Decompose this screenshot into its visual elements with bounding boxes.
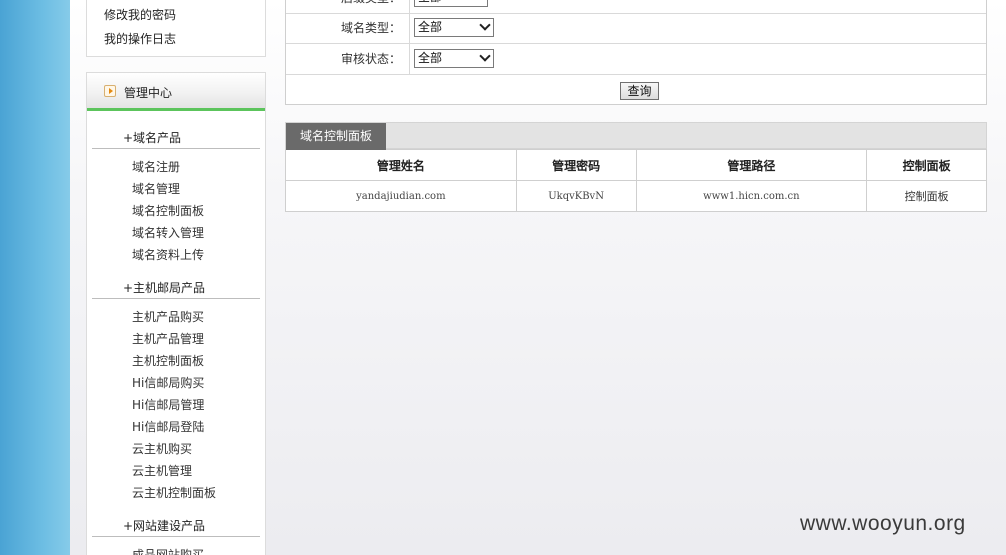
sidebar-item-mail-login[interactable]: Hi信邮局登陆: [132, 418, 204, 435]
sidebar-item-host-manage[interactable]: 主机产品管理: [132, 330, 204, 347]
domain-control-panel: 域名控制面板 管理姓名 管理密码 管理路径 控制面板 yandajiudian.…: [285, 122, 987, 212]
operation-log-link[interactable]: 我的操作日志: [104, 30, 176, 47]
change-password-link[interactable]: 修改我的密码: [104, 6, 176, 23]
divider: [92, 536, 260, 537]
table-row: yandajiudian.com UkqvKBvN www1.hicn.com.…: [285, 180, 987, 212]
cell-admin-path: www1.hicn.com.cn: [635, 180, 868, 212]
filter-label: 后缀类型：: [286, 0, 410, 13]
table-header-row: 管理姓名 管理密码 管理路径 控制面板: [285, 149, 987, 181]
account-links-box: 修改我的密码 我的操作日志: [86, 0, 266, 57]
filter-label: 审核状态：: [286, 44, 410, 74]
sidebar-item-domain-control-panel[interactable]: 域名控制面板: [132, 202, 204, 219]
sidebar-item-host-buy[interactable]: 主机产品购买: [132, 308, 204, 325]
panel-tab: 域名控制面板: [286, 123, 386, 150]
chevron-down-icon: [479, 50, 491, 62]
control-panel-link[interactable]: 控制面板: [866, 180, 987, 212]
column-header: 管理密码: [515, 149, 637, 181]
panel-header: 域名控制面板: [285, 122, 987, 150]
column-header: 管理姓名: [285, 149, 517, 181]
filter-row-domain-type: 域名类型： 全部: [286, 13, 986, 44]
sidebar-item-website-buy[interactable]: 成品网站购买: [132, 546, 204, 555]
sidebar-item-domain-register[interactable]: 域名注册: [132, 158, 180, 175]
sidebar-item-domain-transfer[interactable]: 域名转入管理: [132, 224, 204, 241]
divider: [92, 298, 260, 299]
sidebar-item-mail-manage[interactable]: Hi信邮局管理: [132, 396, 204, 413]
group-host-mail-products[interactable]: +主机邮局产品: [123, 279, 205, 296]
sidebar-item-domain-manage[interactable]: 域名管理: [132, 180, 180, 197]
credentials-table: 管理姓名 管理密码 管理路径 控制面板 yandajiudian.com Ukq…: [285, 149, 987, 212]
sidebar-item-mail-buy[interactable]: Hi信邮局购买: [132, 374, 204, 391]
chevron-down-icon: [479, 19, 491, 31]
page-body: 修改我的密码 我的操作日志 管理中心 +域名产品 域名注册 域名管理 域名控制面…: [70, 0, 1006, 555]
watermark: www.wooyun.org: [800, 512, 966, 535]
group-website-products[interactable]: +网站建设产品: [123, 517, 205, 534]
cell-admin-password: UkqvKBvN: [515, 180, 637, 212]
review-status-select[interactable]: 全部: [414, 49, 494, 68]
divider: [92, 148, 260, 149]
group-domain-products[interactable]: +域名产品: [123, 129, 181, 146]
filter-row-review-status: 审核状态： 全部: [286, 44, 986, 75]
sidebar-item-host-control-panel[interactable]: 主机控制面板: [132, 352, 204, 369]
sidebar-menu: 管理中心 +域名产品 域名注册 域名管理 域名控制面板 域名转入管理 域名资料上…: [86, 72, 266, 555]
select-value: 全部: [418, 0, 442, 4]
filter-label: 域名类型：: [286, 13, 410, 43]
sidebar-item-cloud-manage[interactable]: 云主机管理: [132, 462, 192, 479]
sidebar-item-cloud-control-panel[interactable]: 云主机控制面板: [132, 484, 216, 501]
domain-type-select[interactable]: 全部: [414, 18, 494, 37]
column-header: 管理路径: [635, 149, 868, 181]
play-icon: [104, 85, 116, 97]
sidebar-item-domain-upload[interactable]: 域名资料上传: [132, 246, 204, 263]
cell-admin-name: yandajiudian.com: [285, 180, 517, 212]
sidebar-header: 管理中心: [87, 73, 265, 111]
select-value: 全部: [418, 20, 443, 34]
select-value: 全部: [418, 51, 443, 65]
query-button[interactable]: 查询: [620, 82, 659, 100]
filter-row-suffix: 后缀类型： 全部: [286, 0, 986, 14]
suffix-type-select[interactable]: 全部: [414, 0, 488, 7]
sidebar-title: 管理中心: [124, 86, 173, 100]
sidebar-item-cloud-buy[interactable]: 云主机购买: [132, 440, 192, 457]
column-header: 控制面板: [866, 149, 987, 181]
left-background: [0, 0, 70, 555]
filter-form: 后缀类型： 全部 域名类型： 全部 审核状态： 全部 查询: [285, 0, 987, 105]
